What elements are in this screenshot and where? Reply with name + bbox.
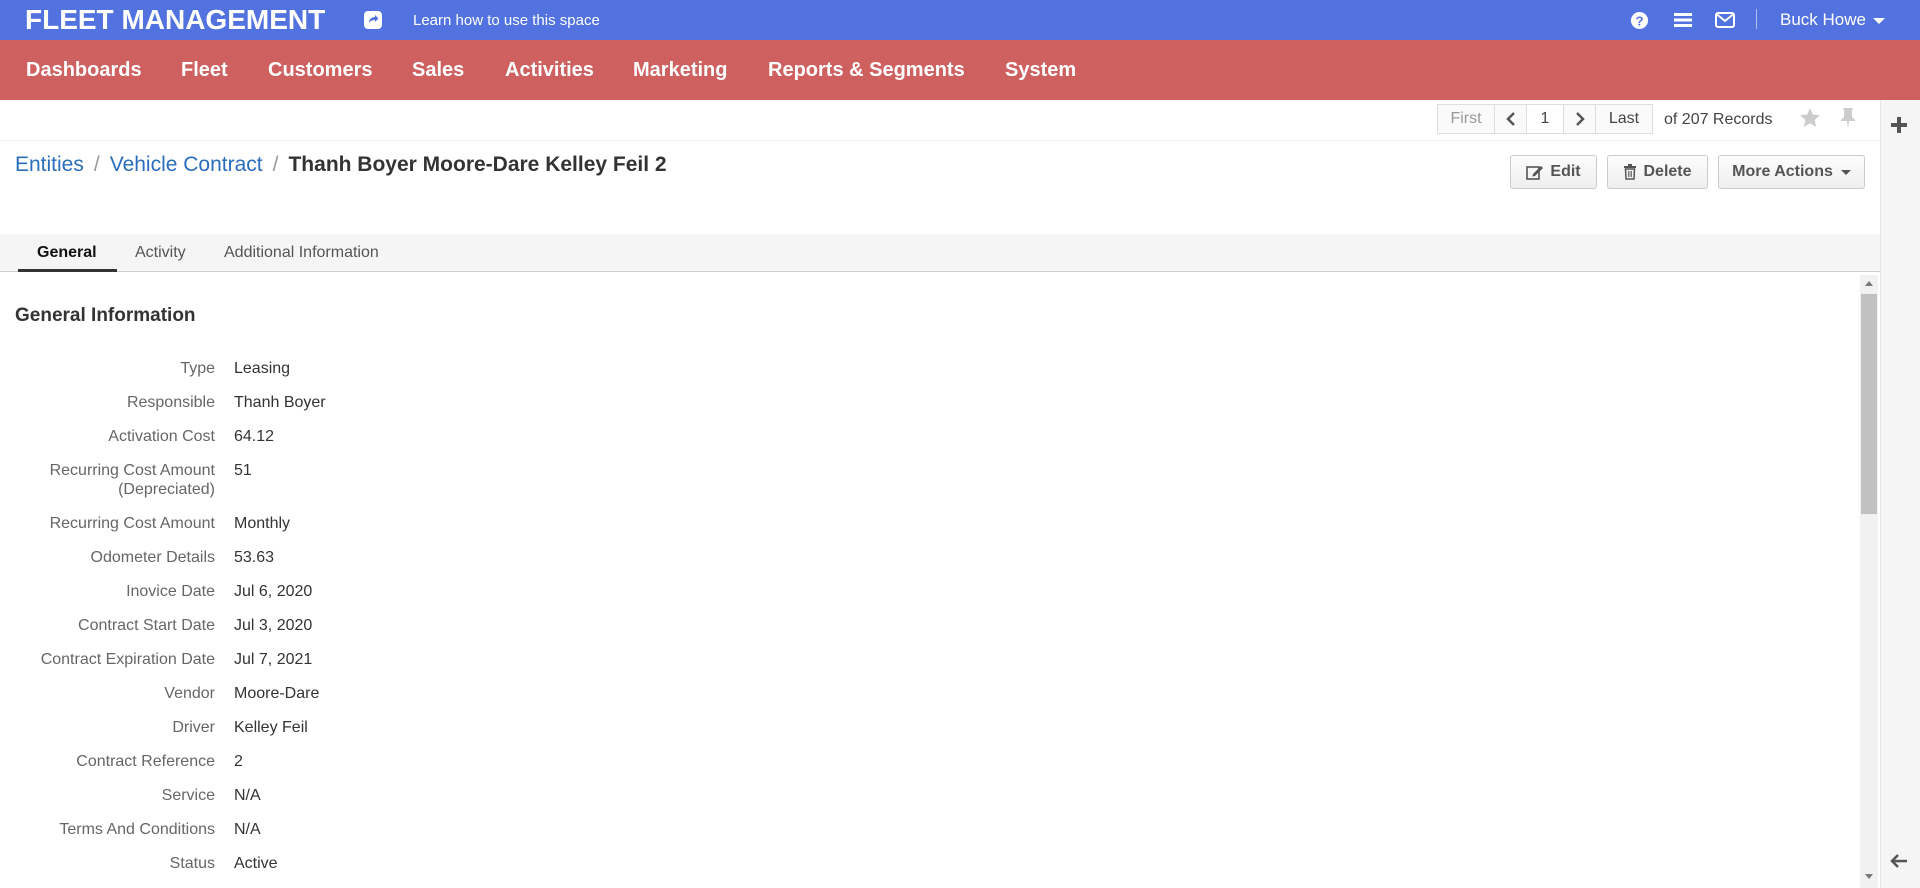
scroll-up-arrow-icon[interactable] bbox=[1865, 281, 1873, 286]
right-sidebar bbox=[1880, 100, 1920, 888]
field-value-type: Leasing bbox=[234, 360, 291, 377]
edit-button[interactable]: Edit bbox=[1510, 155, 1597, 189]
nav-marketing[interactable]: Marketing bbox=[633, 59, 727, 82]
mail-icon[interactable] bbox=[1714, 9, 1736, 31]
edit-icon bbox=[1526, 166, 1544, 180]
edit-label: Edit bbox=[1550, 163, 1581, 180]
pin-icon[interactable] bbox=[1838, 107, 1858, 136]
page-title: Thanh Boyer Moore-Dare Kelley Feil 2 bbox=[288, 153, 667, 176]
field-label-contract-reference: Contract Reference bbox=[76, 753, 215, 770]
field-label-type: Type bbox=[180, 360, 215, 377]
help-icon[interactable]: ? bbox=[1628, 9, 1650, 31]
plus-icon[interactable] bbox=[1890, 116, 1908, 139]
nav-fleet[interactable]: Fleet bbox=[181, 59, 228, 82]
arrow-left-icon[interactable] bbox=[1890, 853, 1908, 874]
scrollbar-thumb[interactable] bbox=[1861, 294, 1877, 514]
nav-system[interactable]: System bbox=[1005, 59, 1076, 82]
chevron-down-icon bbox=[1872, 18, 1885, 24]
field-label-status: Status bbox=[169, 855, 215, 872]
breadcrumb-entities[interactable]: Entities bbox=[15, 153, 84, 177]
more-actions-label: More Actions bbox=[1732, 163, 1833, 180]
scroll-down-arrow-icon[interactable] bbox=[1865, 874, 1873, 879]
pager-prev-button[interactable] bbox=[1494, 104, 1527, 134]
records-count: of 207 Records bbox=[1664, 111, 1773, 128]
field-label-odometer-details: Odometer Details bbox=[90, 549, 216, 566]
pager-first-button[interactable]: First bbox=[1437, 104, 1495, 134]
field-value-status: Active bbox=[234, 855, 278, 872]
delete-button[interactable]: Delete bbox=[1607, 155, 1708, 189]
learn-link[interactable]: Learn how to use this space bbox=[413, 12, 600, 29]
pager-next-button[interactable] bbox=[1563, 104, 1596, 134]
field-label-vendor: Vendor bbox=[164, 685, 215, 702]
user-name: Buck Howe bbox=[1780, 10, 1866, 29]
field-label-contract-expiration-date: Contract Expiration Date bbox=[40, 651, 215, 668]
field-label-service: Service bbox=[161, 787, 215, 804]
field-label-invoice-date: Inovice Date bbox=[126, 583, 215, 600]
field-label-recurring-cost-amount: Recurring Cost Amount bbox=[49, 515, 215, 532]
field-label-responsible: Responsible bbox=[126, 394, 215, 411]
top-header: FLEET MANAGEMENT Learn how to use this s… bbox=[0, 0, 1920, 40]
share-icon[interactable] bbox=[364, 11, 382, 29]
field-value-activation-cost: 64.12 bbox=[234, 428, 275, 445]
tab-bar: General Activity Additional Information bbox=[0, 234, 1880, 272]
tab-additional-information[interactable]: Additional Information bbox=[224, 244, 379, 262]
field-value-recurring-cost-amount: Monthly bbox=[234, 515, 291, 532]
trash-icon bbox=[1624, 164, 1637, 180]
menu-icon[interactable] bbox=[1672, 9, 1694, 31]
header-separator bbox=[0, 140, 1880, 141]
field-label-contract-start-date: Contract Start Date bbox=[78, 617, 215, 634]
app-title[interactable]: FLEET MANAGEMENT bbox=[25, 4, 325, 36]
field-label-recurring-cost-depreciated-line2: (Depreciated) bbox=[118, 481, 215, 498]
active-tab-indicator bbox=[18, 269, 117, 272]
field-value-responsible: Thanh Boyer bbox=[234, 394, 326, 411]
nav-activities[interactable]: Activities bbox=[505, 59, 594, 82]
nav-customers[interactable]: Customers bbox=[268, 59, 372, 82]
nav-reports-segments[interactable]: Reports & Segments bbox=[768, 59, 965, 82]
svg-text:?: ? bbox=[1635, 13, 1643, 28]
more-actions-button[interactable]: More Actions bbox=[1718, 155, 1865, 189]
field-label-activation-cost: Activation Cost bbox=[108, 428, 215, 445]
nav-dashboards[interactable]: Dashboards bbox=[26, 59, 142, 82]
star-icon[interactable] bbox=[1798, 106, 1822, 135]
pager-last-button[interactable]: Last bbox=[1595, 104, 1653, 134]
breadcrumb-vehicle-contract[interactable]: Vehicle Contract bbox=[110, 153, 263, 177]
field-value-service: N/A bbox=[234, 787, 261, 804]
user-menu[interactable]: Buck Howe bbox=[1780, 10, 1885, 30]
main-navigation: Dashboards Fleet Customers Sales Activit… bbox=[0, 40, 1920, 100]
field-value-contract-start-date: Jul 3, 2020 bbox=[234, 617, 313, 634]
breadcrumb-separator: / bbox=[93, 153, 100, 176]
field-value-driver: Kelley Feil bbox=[234, 719, 308, 736]
tab-activity[interactable]: Activity bbox=[135, 244, 186, 262]
field-value-contract-expiration-date: Jul 7, 2021 bbox=[234, 651, 313, 668]
field-label-recurring-cost-depreciated: Recurring Cost Amount bbox=[49, 462, 215, 479]
field-value-recurring-cost-depreciated: 51 bbox=[234, 462, 252, 479]
nav-sales[interactable]: Sales bbox=[412, 59, 464, 82]
breadcrumb-separator: / bbox=[272, 153, 279, 176]
tab-general[interactable]: General bbox=[37, 244, 97, 262]
field-value-odometer-details: 53.63 bbox=[234, 549, 275, 566]
breadcrumb: Entities / Vehicle Contract / Thanh Boye… bbox=[15, 153, 667, 177]
field-value-terms-and-conditions: N/A bbox=[234, 821, 261, 838]
chevron-left-icon bbox=[1505, 112, 1515, 126]
field-value-invoice-date: Jul 6, 2020 bbox=[234, 583, 313, 600]
header-divider bbox=[1756, 9, 1757, 29]
delete-label: Delete bbox=[1643, 163, 1692, 180]
field-label-terms-and-conditions: Terms And Conditions bbox=[59, 821, 215, 838]
field-value-contract-reference: 2 bbox=[234, 753, 243, 770]
chevron-right-icon bbox=[1575, 112, 1585, 126]
field-label-driver: Driver bbox=[172, 719, 215, 736]
field-value-vendor: Moore-Dare bbox=[234, 685, 320, 702]
pager-page-number[interactable]: 1 bbox=[1526, 104, 1564, 134]
chevron-down-icon bbox=[1840, 169, 1851, 175]
section-title: General Information bbox=[15, 305, 196, 326]
